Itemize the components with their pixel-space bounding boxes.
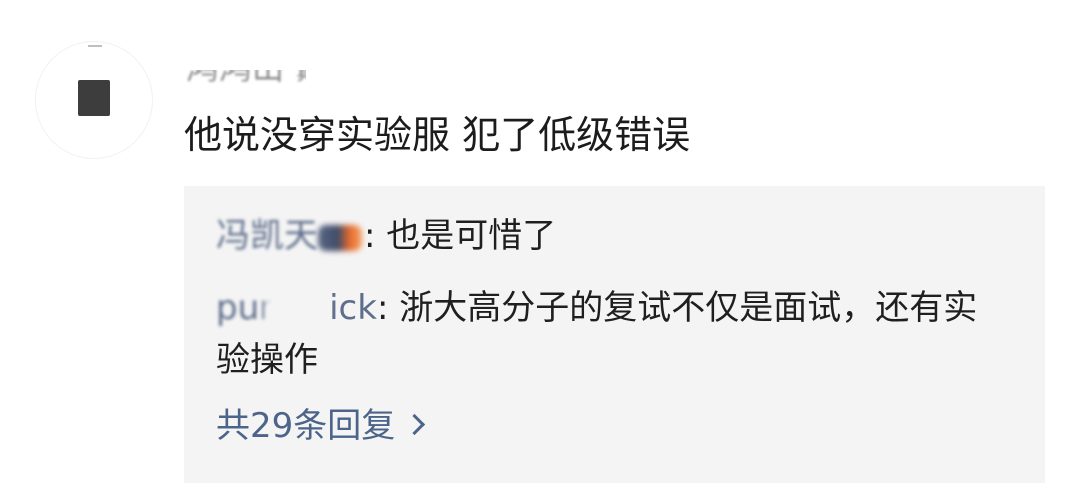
username-redaction-top [186, 40, 396, 70]
username-redaction-gap [306, 40, 342, 84]
reply-separator: : [376, 288, 389, 328]
chevron-right-icon [404, 413, 426, 436]
reply-username[interactable]: 冯凯天 [216, 216, 318, 256]
username-redaction [265, 292, 328, 327]
username-redaction [318, 224, 362, 251]
avatar[interactable] [36, 42, 152, 158]
avatar-mark [88, 45, 102, 47]
reply-item: pur ick: 浙大高分子的复试不仅是面试，还有实验操作 [216, 282, 1009, 386]
view-more-replies-link[interactable]: 共29条回复 [216, 400, 426, 452]
reply-item: 冯凯天: 也是可惜了 [216, 210, 1009, 262]
more-replies-label: 共29条回复 [216, 406, 396, 446]
username[interactable]: 鸿鸿山 巅 [186, 40, 396, 84]
reply-text: 也是可惜了 [375, 216, 557, 256]
comment-text: 他说没穿实验服 犯了低级错误 [184, 113, 691, 157]
reply-separator: : [364, 216, 376, 256]
avatar-image [78, 80, 110, 116]
reply-username-suffix[interactable]: ick [329, 288, 377, 328]
reply-thread: 冯凯天: 也是可惜了 pur ick: 浙大高分子的复试不仅是面试，还有实验操作 … [184, 186, 1045, 483]
